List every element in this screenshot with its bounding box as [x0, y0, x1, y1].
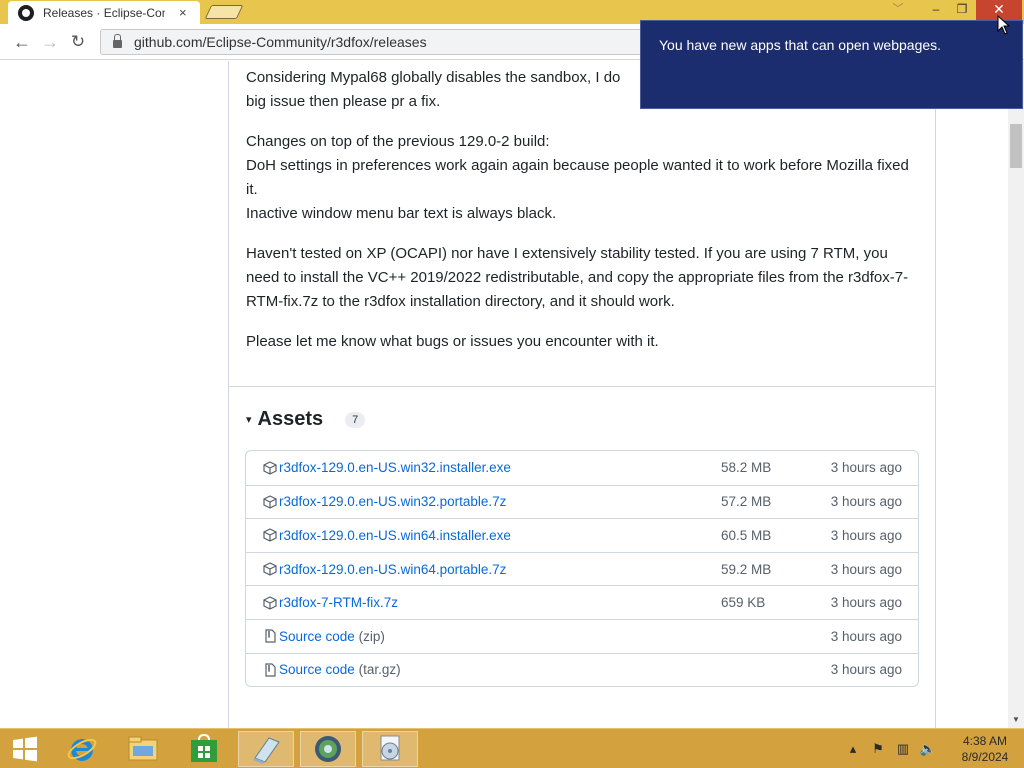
chevron-up-icon[interactable]: ▴ [843, 741, 863, 757]
address-bar[interactable]: github.com/Eclipse-Community/r3dfox/rele… [100, 29, 660, 55]
asset-size: 60.5 MB [721, 527, 772, 543]
assets-heading: Assets [257, 408, 324, 430]
package-icon [263, 562, 277, 576]
browser-tab[interactable]: Releases · Eclipse-Community × [8, 1, 200, 24]
scroll-down-arrow-icon[interactable]: ▼ [1008, 712, 1024, 728]
assets-toggle[interactable]: ▾ Assets 7 [246, 408, 366, 431]
asset-size: 59.2 MB [721, 561, 772, 577]
asset-name: Source code [279, 628, 355, 644]
media-player-icon [380, 735, 400, 761]
asset-download-link[interactable]: Source code (tar.gz) [279, 662, 401, 677]
asset-timestamp: 3 hours ago [830, 527, 902, 543]
asset-name: r3dfox-129.0.en-US.win64.installer.exe [279, 527, 511, 543]
asset-size: 659 KB [721, 595, 766, 611]
taskbar-browser[interactable] [300, 731, 356, 767]
asset-name: r3dfox-129.0.en-US.win32.portable.7z [279, 494, 507, 510]
divider [229, 386, 935, 387]
package-icon [263, 461, 277, 475]
action-center-flag-icon[interactable]: ⚑ [868, 741, 888, 757]
asset-size: 58.2 MB [721, 460, 772, 476]
reload-button[interactable]: ↻ [66, 30, 90, 54]
release-notes: Considering Mypal68 globally disables th… [246, 66, 922, 370]
taskbar-notepad[interactable] [238, 731, 294, 767]
file-zip-icon [263, 663, 277, 677]
windows-taskbar: ▴ ⚑ ▥ 🔈 4:38 AM 8/9/2024 [0, 728, 1024, 768]
clock-date: 8/9/2024 [961, 750, 1009, 764]
file-zip-icon [263, 629, 277, 643]
system-tray: ▴ ⚑ ▥ 🔈 4:38 AM 8/9/2024 [838, 729, 1016, 768]
clock[interactable]: 4:38 AM 8/9/2024 [954, 733, 1016, 765]
package-icon [263, 528, 277, 543]
minimize-button[interactable]: – [924, 0, 948, 20]
start-button[interactable] [0, 731, 50, 767]
asset-timestamp: 3 hours ago [830, 662, 902, 678]
new-tab-button[interactable] [204, 5, 244, 19]
asset-download-link[interactable]: r3dfox-129.0.en-US.win64.installer.exe [279, 528, 511, 543]
internet-explorer-icon [67, 738, 97, 761]
asset-name: Source code [279, 662, 355, 678]
lock-icon [113, 34, 122, 48]
network-icon[interactable]: ▥ [893, 741, 913, 757]
taskbar-internet-explorer[interactable] [54, 731, 110, 767]
asset-row: r3dfox-7-RTM-fix.7z 659 KB 3 hours ago [246, 585, 918, 619]
url-text: github.com/Eclipse-Community/r3dfox/rele… [134, 34, 427, 50]
release-paragraph: Haven't tested on XP (OCAPI) nor have I … [246, 245, 909, 310]
notification-text: You have new apps that can open webpages… [659, 37, 942, 53]
package-icon [263, 596, 277, 610]
asset-row: r3dfox-129.0.en-US.win64.installer.exe 60… [246, 518, 918, 552]
asset-name: r3dfox-7-RTM-fix.7z [279, 595, 399, 611]
asset-timestamp: 3 hours ago [830, 460, 902, 476]
app-notification-toast[interactable]: You have new apps that can open webpages… [640, 20, 1023, 109]
asset-row: r3dfox-129.0.en-US.win32.portable.7z 57.2… [246, 484, 918, 519]
back-button[interactable]: ← [10, 30, 34, 54]
browser-icon [315, 736, 341, 762]
store-icon [191, 734, 217, 762]
asset-download-link[interactable]: Source code (zip) [279, 629, 385, 644]
asset-row: Source code (tar.gz) 3 hours ago [246, 652, 918, 687]
page-content: Considering Mypal68 globally disables th… [0, 61, 1008, 728]
github-icon [18, 4, 34, 21]
file-explorer-icon [128, 736, 158, 761]
asset-format: (tar.gz) [358, 662, 401, 678]
release-paragraph: Please let me know what bugs or issues y… [246, 333, 659, 350]
windows-start-icon [13, 736, 37, 762]
notepad-icon [253, 737, 280, 764]
vertical-scrollbar[interactable]: ▲ ▼ [1008, 61, 1024, 728]
chevron-down-icon[interactable]: ﹀ [888, 0, 908, 20]
asset-row: r3dfox-129.0.en-US.win64.portable.7z 59.2… [246, 551, 918, 586]
asset-name: r3dfox-129.0.en-US.win32.installer.exe [279, 460, 511, 476]
mouse-cursor-icon [997, 15, 1011, 35]
asset-size: 57.2 MB [721, 494, 772, 510]
package-icon [263, 495, 277, 509]
asset-download-link[interactable]: r3dfox-7-RTM-fix.7z [279, 595, 398, 610]
asset-timestamp: 3 hours ago [830, 628, 902, 644]
release-card: Considering Mypal68 globally disables th… [228, 61, 936, 728]
asset-row: r3dfox-129.0.en-US.win32.installer.exe 58… [246, 451, 918, 485]
asset-download-link[interactable]: r3dfox-129.0.en-US.win32.installer.exe [279, 460, 511, 475]
tab-title: Releases · Eclipse-Community [43, 5, 165, 20]
scroll-thumb[interactable] [1010, 124, 1022, 168]
forward-button[interactable]: → [38, 30, 62, 54]
asset-download-link[interactable]: r3dfox-129.0.en-US.win32.portable.7z [279, 494, 506, 509]
asset-name: r3dfox-129.0.en-US.win64.portable.7z [279, 561, 507, 577]
taskbar-file-explorer[interactable] [115, 731, 171, 767]
asset-timestamp: 3 hours ago [830, 561, 902, 577]
clock-time: 4:38 AM [962, 734, 1008, 748]
volume-muted-icon[interactable]: 🔈 [918, 741, 938, 757]
asset-download-link[interactable]: r3dfox-129.0.en-US.win64.portable.7z [279, 562, 506, 577]
asset-timestamp: 3 hours ago [830, 494, 902, 510]
asset-timestamp: 3 hours ago [830, 595, 902, 611]
assets-list: r3dfox-129.0.en-US.win32.installer.exe 58… [245, 450, 919, 688]
taskbar-store[interactable] [176, 731, 232, 767]
asset-format: (zip) [358, 628, 385, 644]
restore-button[interactable]: ❐ [950, 0, 974, 20]
taskbar-media-player[interactable] [362, 731, 418, 767]
asset-row: Source code (zip) 3 hours ago [246, 618, 918, 653]
caret-down-icon: ▾ [246, 414, 252, 426]
tab-close-button[interactable]: × [179, 5, 187, 20]
release-paragraph: Changes on top of the previous 129.0-2 b… [246, 133, 909, 222]
assets-count-badge: 7 [345, 411, 366, 428]
